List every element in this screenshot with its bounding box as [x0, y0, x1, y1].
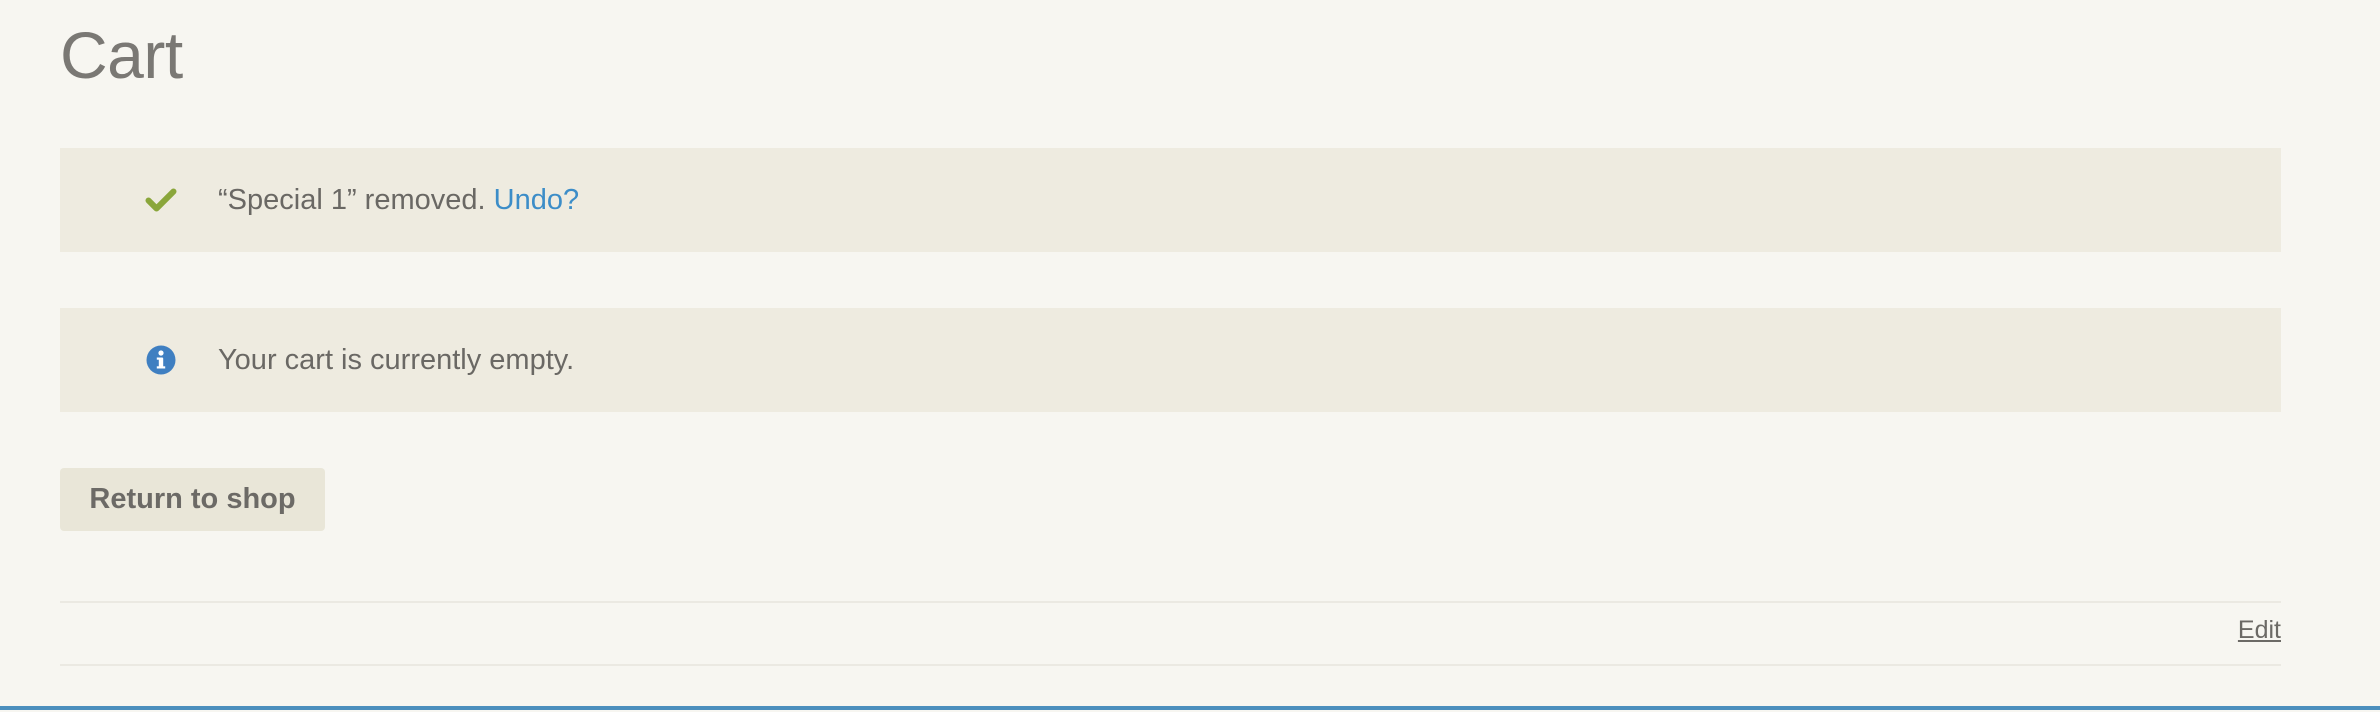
- divider: [60, 664, 2281, 666]
- divider: [60, 601, 2281, 603]
- info-icon: [144, 343, 178, 377]
- return-to-shop-button[interactable]: Return to shop: [60, 468, 325, 531]
- cart-empty-notice: Your cart is currently empty.: [60, 308, 2281, 412]
- undo-link[interactable]: Undo?: [494, 184, 579, 216]
- item-removed-notice: “Special 1” removed. Undo?: [60, 148, 2281, 252]
- removed-text: “Special 1” removed.: [218, 183, 486, 216]
- empty-message: Your cart is currently empty.: [218, 343, 575, 376]
- removed-message: “Special 1” removed. Undo?: [160, 184, 579, 217]
- page-title: Cart: [60, 18, 183, 92]
- edit-link[interactable]: Edit: [2238, 616, 2281, 645]
- check-icon: [144, 183, 178, 217]
- footer-accent-bar: [0, 706, 2380, 710]
